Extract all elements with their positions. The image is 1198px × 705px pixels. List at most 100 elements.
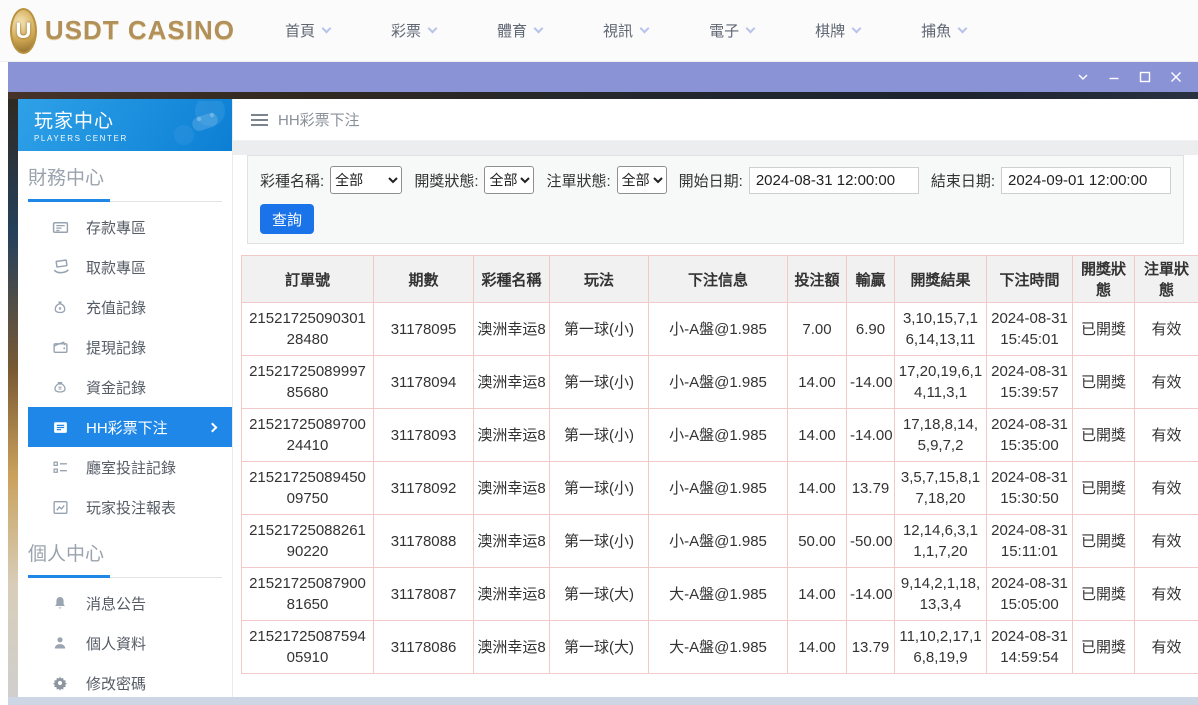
end-date-input[interactable] <box>1001 166 1171 194</box>
funds-record-icon <box>52 379 72 395</box>
sidebar-item-funds-record[interactable]: 資金記錄 <box>28 367 232 407</box>
order-status-label: 注單狀態: <box>546 172 611 190</box>
sidebar-item-label: 提現記錄 <box>86 339 147 357</box>
sidebar-item-label: 廳室投註記錄 <box>86 459 177 477</box>
draw-status-select[interactable]: 全部 <box>484 166 535 194</box>
table-cell: 已開獎 <box>1072 302 1135 356</box>
table-row: 2152172508826190220 31178088 澳洲幸运8 第一球(小) 小-… <box>241 514 1198 568</box>
table-cell: 2024-08-31 15:45:01 <box>986 302 1073 356</box>
site-navbar: U USDT CASINO 首頁 彩票 體育 視訊 電子 棋牌 捕魚 <box>0 0 1198 62</box>
hamburger-menu-icon[interactable] <box>251 113 268 126</box>
nav-item-0[interactable]: 首頁 <box>285 20 332 41</box>
column-header: 輸贏 <box>846 255 895 303</box>
lottery-name-label: 彩種名稱: <box>260 172 325 190</box>
draw-status-label: 開獎狀態: <box>414 172 479 190</box>
column-header: 投注額 <box>787 255 847 303</box>
table-row: 2152172508790081650 31178087 澳洲幸运8 第一球(大) 大-… <box>241 567 1198 621</box>
bet-records-table: 訂單號 期數 彩種名稱 玩法 下注信息 投注額 輸贏 開獎結果 下注時間 開獎狀態 注單狀態 215… <box>241 255 1198 674</box>
table-cell: 2152172508970024410 <box>241 408 374 462</box>
sidebar-section-title: 財務中心 <box>28 168 105 189</box>
sidebar-item-label: 個人資料 <box>86 635 147 653</box>
logo-coin-icon: U <box>10 7 37 54</box>
sidebar-item-label: 修改密碼 <box>86 675 147 693</box>
table-cell: 大-A盤@1.985 <box>648 567 788 621</box>
report-icon <box>52 499 72 516</box>
table-cell: 31178094 <box>373 355 474 409</box>
table-cell: 澳洲幸运8 <box>473 620 550 674</box>
bell-icon <box>52 595 72 611</box>
table-cell: 17,20,19,6,14,11,3,1 <box>894 355 987 409</box>
person-icon <box>52 635 72 651</box>
sidebar-body: 財務中心存款專區 取款專區 充值記錄提現記錄資金記錄 HH彩票下注 廳室投註記錄玩家投注… <box>18 163 232 698</box>
lottery-name-select[interactable]: 全部 <box>330 166 403 194</box>
sidebar-item-bell[interactable]: 消息公告 <box>28 583 232 623</box>
gear-icon <box>52 675 72 691</box>
table-cell: 澳洲幸运8 <box>473 514 550 568</box>
table-cell: 2152172508999785680 <box>241 355 374 409</box>
sidebar-item-report[interactable]: 玩家投注報表 <box>28 487 232 527</box>
maximize-icon[interactable] <box>1137 69 1153 85</box>
table-cell: 第一球(大) <box>549 620 649 674</box>
search-button[interactable]: 查詢 <box>260 204 315 234</box>
nav-item-1[interactable]: 彩票 <box>391 20 438 41</box>
nav-item-label: 棋牌 <box>815 23 846 40</box>
sidebar-item-withdraw[interactable]: 取款專區 <box>28 247 232 287</box>
table-cell: 6.90 <box>846 302 895 356</box>
table-cell: 11,10,2,17,16,8,19,9 <box>894 620 987 674</box>
table-cell: 31178095 <box>373 302 474 356</box>
sidebar-item-person[interactable]: 個人資料 <box>28 623 232 663</box>
nav-item-6[interactable]: 捕魚 <box>921 20 968 41</box>
sidebar-item-label: HH彩票下注 <box>86 419 168 437</box>
table-cell: 第一球(小) <box>549 408 649 462</box>
horizontal-scrollbar[interactable] <box>8 697 1198 705</box>
window-titlebar <box>8 62 1198 92</box>
table-cell: 2024-08-31 15:30:50 <box>986 461 1073 515</box>
nav-item-label: 首頁 <box>285 23 316 40</box>
table-cell: 2152172508790081650 <box>241 567 374 621</box>
chevron-down-icon <box>851 23 862 34</box>
nav-menu: 首頁 彩票 體育 視訊 電子 棋牌 捕魚 <box>285 20 968 41</box>
table-header-row: 訂單號 期數 彩種名稱 玩法 下注信息 投注額 輸贏 開獎結果 下注時間 開獎狀態 注單狀態 <box>241 255 1198 303</box>
chevron-right-icon <box>207 422 218 432</box>
table-cell: 2024-08-31 15:39:57 <box>986 355 1073 409</box>
sidebar-item-hall-record[interactable]: 廳室投註記錄 <box>28 447 232 487</box>
table-cell: 大-A盤@1.985 <box>648 620 788 674</box>
nav-item-3[interactable]: 視訊 <box>603 20 650 41</box>
sidebar-item-withdrawal-record[interactable]: 提現記錄 <box>28 327 232 367</box>
start-date-input[interactable] <box>748 166 919 194</box>
minimize-icon[interactable] <box>1106 69 1122 85</box>
sidebar-section-title: 個人中心 <box>28 544 105 565</box>
table-cell: -50.00 <box>846 514 895 568</box>
column-header: 開獎狀態 <box>1072 255 1135 303</box>
chevron-down-icon[interactable] <box>1075 69 1091 85</box>
sidebar-item-label: 資金記錄 <box>86 379 147 397</box>
table-cell: 17,18,8,14,5,9,7,2 <box>894 408 987 462</box>
table-cell: -14.00 <box>846 355 895 409</box>
table-cell: 已開獎 <box>1072 567 1135 621</box>
table-cell: 14.00 <box>787 567 847 621</box>
nav-item-label: 捕魚 <box>921 23 952 40</box>
nav-item-5[interactable]: 棋牌 <box>815 20 862 41</box>
nav-item-4[interactable]: 電子 <box>709 20 756 41</box>
nav-item-2[interactable]: 體育 <box>497 20 544 41</box>
filter-panel: 彩種名稱: 全部 開獎狀態: 全部 注單狀態: 全部 開始日期: 結束日期: 查… <box>247 155 1184 244</box>
table-cell: 14.00 <box>787 355 847 409</box>
end-date-label: 結束日期: <box>930 172 995 190</box>
table-cell: 50.00 <box>787 514 847 568</box>
table-cell: 31178092 <box>373 461 474 515</box>
close-icon[interactable] <box>1168 69 1184 85</box>
table-cell: 31178087 <box>373 567 474 621</box>
sidebar-item-lottery-bet[interactable]: HH彩票下注 <box>28 407 232 447</box>
table-cell: 已開獎 <box>1072 461 1135 515</box>
sidebar-item-gear[interactable]: 修改密碼 <box>28 663 232 698</box>
table-cell: 已開獎 <box>1072 408 1135 462</box>
table-cell: 12,14,6,3,11,1,7,20 <box>894 514 987 568</box>
sidebar-item-deposit[interactable]: 存款專區 <box>28 207 232 247</box>
table-cell: 2024-08-31 15:05:00 <box>986 567 1073 621</box>
table-cell: 第一球(小) <box>549 355 649 409</box>
site-logo[interactable]: U USDT CASINO <box>10 7 235 54</box>
table-cell: 已開獎 <box>1072 620 1135 674</box>
order-status-select[interactable]: 全部 <box>616 166 667 194</box>
table-cell: 7.00 <box>787 302 847 356</box>
sidebar-item-recharge-record[interactable]: 充值記錄 <box>28 287 232 327</box>
